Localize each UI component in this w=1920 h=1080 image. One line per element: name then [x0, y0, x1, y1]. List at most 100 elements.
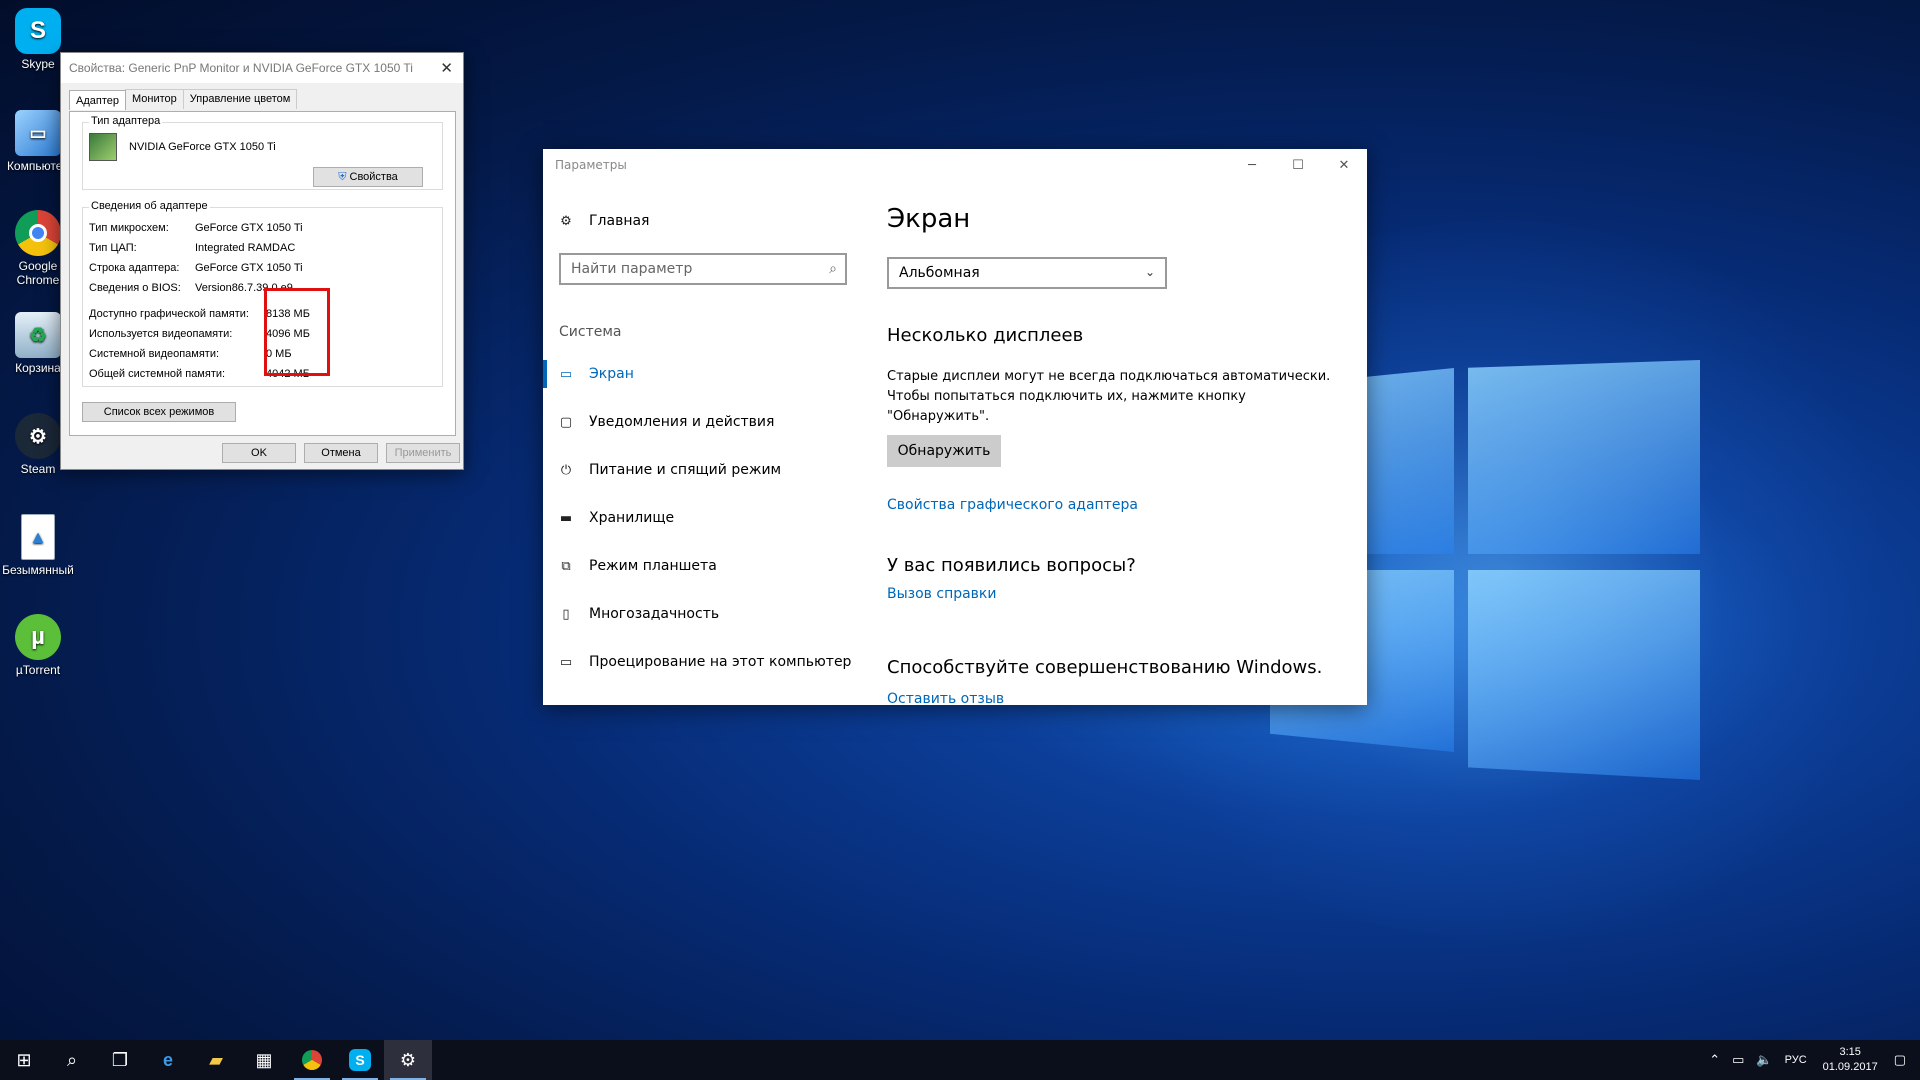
tab-monitor[interactable]: Монитор [124, 89, 184, 109]
nav-section-label: Система [559, 324, 622, 340]
list-all-modes-label: Список всех режимов [103, 406, 215, 418]
language-indicator[interactable]: РУС [1785, 1054, 1807, 1066]
sidebar-item-projecting[interactable]: ▭ Проецирование на этот компьютер [557, 651, 852, 673]
taskbar: ⊞ ⌕ ❐ e ▰ ▦ S ⚙ ⌃ ▭ 🔈 РУС 3:15 01.09.201… [0, 1040, 1920, 1080]
sidebar-item-storage[interactable]: ▬ Хранилище [557, 507, 674, 529]
chrome-icon[interactable] [288, 1040, 336, 1080]
search-placeholder: Найти параметр [571, 261, 693, 277]
edge-icon[interactable]: e [144, 1040, 192, 1080]
adapter-type-legend: Тип адаптера [89, 115, 163, 127]
wallpaper-logo-pane-br [1468, 570, 1700, 780]
system-tray: ⌃ ▭ 🔈 РУС 3:15 01.09.2017 ▢ [1703, 1040, 1920, 1080]
chevron-down-icon: ⌄ [1144, 265, 1155, 279]
orientation-value: Альбомная [899, 265, 980, 281]
utorrent-icon: µ [15, 614, 61, 660]
info-row-adapter-string: Строка адаптера: GeForce GTX 1050 Ti [89, 262, 449, 278]
chevron-up-icon[interactable]: ⌃ [1709, 1052, 1720, 1068]
feedback-link[interactable]: Оставить отзыв [887, 691, 1004, 705]
minimize-icon[interactable]: ─ [1229, 149, 1275, 181]
maximize-icon[interactable]: ☐ [1275, 149, 1321, 181]
clock-time: 3:15 [1839, 1046, 1861, 1058]
info-row-chip-type: Тип микросхем: GeForce GTX 1050 Ti [89, 222, 449, 238]
memory-key: Используется видеопамяти: [89, 328, 233, 340]
search-input[interactable]: Найти параметр ⌕ [559, 253, 847, 285]
adapter-name: NVIDIA GeForce GTX 1050 Ti [129, 141, 276, 153]
multitasking-icon: ▯ [562, 606, 570, 622]
image-file-icon: ▲ [21, 514, 55, 560]
apply-button[interactable]: Применить [386, 443, 460, 463]
info-row-dac-type: Тип ЦАП: Integrated RAMDAC [89, 242, 449, 258]
adapter-tab-panel: Тип адаптера NVIDIA GeForce GTX 1050 Ti … [69, 111, 456, 436]
close-icon[interactable]: ✕ [1321, 149, 1367, 181]
sidebar-item-label: Питание и спящий режим [589, 462, 782, 478]
info-key: Сведения о BIOS: [89, 282, 181, 294]
memory-key: Системной видеопамяти: [89, 348, 220, 360]
skype-icon[interactable]: S [336, 1040, 384, 1080]
orientation-dropdown[interactable]: Альбомная ⌄ [887, 257, 1167, 289]
tab-color-management[interactable]: Управление цветом [182, 89, 298, 109]
close-icon[interactable]: ✕ [440, 59, 453, 77]
settings-icon[interactable]: ⚙ [384, 1040, 432, 1080]
info-key: Тип ЦАП: [89, 242, 137, 254]
volume-icon[interactable]: 🔈 [1756, 1052, 1772, 1068]
adapter-info-legend: Сведения об адаптере [89, 200, 210, 212]
detect-button-label: Обнаружить [897, 443, 991, 459]
monitor-icon: ▭ [559, 366, 573, 382]
adapter-properties-button-label: Свойства [349, 171, 398, 183]
settings-window: Параметры ─ ☐ ✕ ⚙ Главная Найти параметр… [543, 149, 1367, 705]
network-icon[interactable]: ▭ [1732, 1052, 1744, 1068]
cancel-button[interactable]: Отмена [304, 443, 378, 463]
tab-adapter[interactable]: Адаптер [69, 90, 126, 110]
multi-display-text: Старые дисплеи могут не всегда подключат… [887, 369, 1331, 424]
desktop-icon-utorrent[interactable]: µ µTorrent [2, 614, 74, 677]
start-icon[interactable]: ⊞ [0, 1040, 48, 1080]
sidebar-item-tablet-mode[interactable]: ⧉ Режим планшета [557, 555, 717, 577]
info-key: Тип микросхем: [89, 222, 169, 234]
detect-button[interactable]: Обнаружить [887, 435, 1001, 467]
settings-title: Параметры [555, 158, 627, 172]
list-all-modes-button[interactable]: Список всех режимов [82, 402, 236, 422]
help-link[interactable]: Вызов справки [887, 586, 997, 602]
cancel-button-label: Отмена [321, 447, 361, 459]
adapter-properties-dialog: Свойства: Generic PnP Monitor и NVIDIA G… [60, 52, 464, 470]
sidebar-item-notifications[interactable]: ▢ Уведомления и действия [557, 411, 775, 433]
settings-titlebar[interactable]: Параметры ─ ☐ ✕ [543, 149, 1367, 181]
desktop-icon-untitled-image[interactable]: ▲ Безымянный [2, 514, 74, 577]
sidebar-item-label: Проецирование на этот компьютер [589, 654, 852, 670]
steam-icon: ⚙ [15, 413, 61, 459]
adapter-properties-button[interactable]: ⛨ Свойства [313, 167, 423, 187]
action-center-icon[interactable]: ▢ [1894, 1052, 1906, 1068]
ok-button[interactable]: OK [222, 443, 296, 463]
nav-active-indicator [543, 360, 547, 388]
sidebar-item-label: Экран [589, 366, 634, 382]
graphics-card-icon [89, 133, 117, 161]
dialog-tabs: Адаптер Монитор Управление цветом [61, 83, 463, 110]
search-icon[interactable]: ⌕ [48, 1040, 96, 1080]
task-view-icon[interactable]: ❐ [96, 1040, 144, 1080]
wallpaper-logo-pane-tr [1468, 360, 1700, 554]
dialog-title: Свойства: Generic PnP Monitor и NVIDIA G… [69, 61, 413, 75]
store-icon[interactable]: ▦ [240, 1040, 288, 1080]
adapter-type-group: Тип адаптера NVIDIA GeForce GTX 1050 Ti … [82, 115, 443, 190]
info-value: Integrated RAMDAC [195, 242, 296, 254]
sidebar-item-label: Многозадачность [589, 606, 720, 622]
sidebar-item-label: Режим планшета [589, 558, 717, 574]
nav-home[interactable]: ⚙ Главная [557, 210, 649, 232]
sidebar-item-multitasking[interactable]: ▯ Многозадачность [557, 603, 719, 625]
adapter-properties-link[interactable]: Свойства графического адаптера [887, 497, 1138, 513]
projecting-icon: ▭ [559, 654, 573, 670]
desktop-icon-label: µTorrent [15, 663, 61, 677]
sidebar-item-label: Уведомления и действия [589, 414, 775, 430]
notifications-icon: ▢ [559, 414, 573, 430]
page-title: Экран [887, 204, 971, 234]
info-value: GeForce GTX 1050 Ti [195, 262, 303, 274]
file-explorer-icon[interactable]: ▰ [192, 1040, 240, 1080]
chrome-icon [15, 210, 61, 256]
sidebar-item-display[interactable]: ▭ Экран [557, 363, 634, 385]
clock[interactable]: 3:15 01.09.2017 [1823, 1045, 1878, 1075]
nav-home-label: Главная [589, 213, 650, 229]
dialog-titlebar[interactable]: Свойства: Generic PnP Monitor и NVIDIA G… [61, 53, 463, 83]
sidebar-item-power[interactable]: ⏻ Питание и спящий режим [557, 459, 781, 481]
skype-icon: S [15, 8, 61, 54]
uac-shield-icon: ⛨ [338, 171, 347, 183]
